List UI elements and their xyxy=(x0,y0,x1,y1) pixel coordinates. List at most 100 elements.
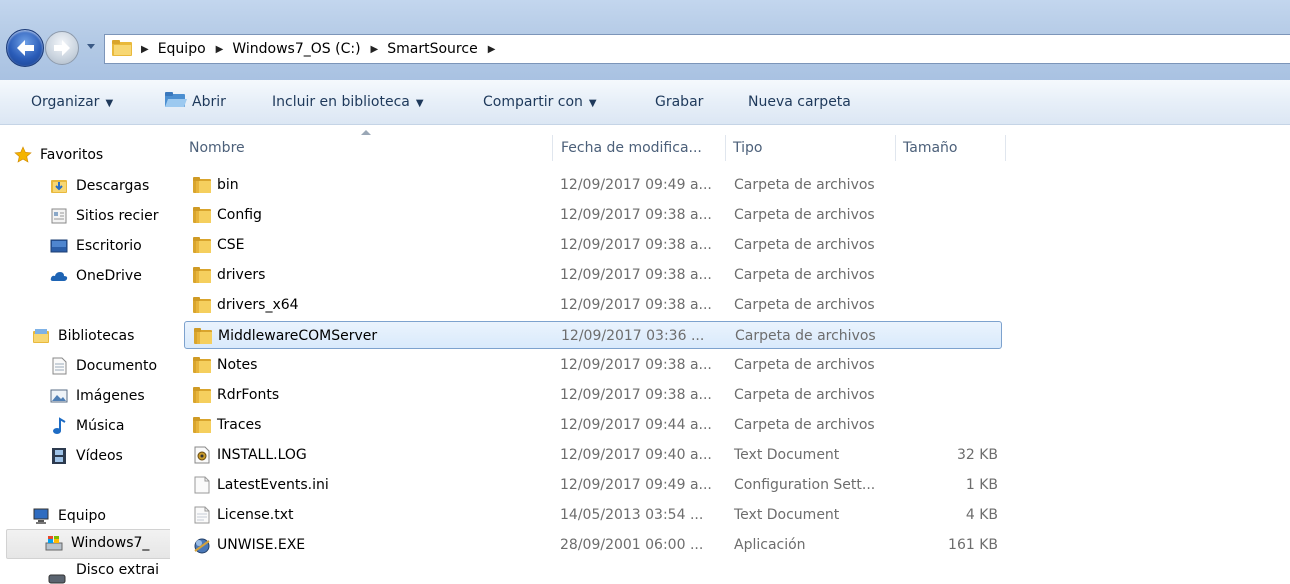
column-divider[interactable] xyxy=(725,135,726,161)
back-button[interactable] xyxy=(6,29,44,67)
file-size: 4 KB xyxy=(965,507,998,523)
breadcrumb-separator[interactable]: ▶ xyxy=(488,44,496,55)
breadcrumb-separator[interactable]: ▶ xyxy=(141,44,149,55)
nav-documents[interactable]: Documento xyxy=(50,353,168,379)
file-name: LatestEvents.ini xyxy=(217,477,329,493)
nav-documents-label: Documento xyxy=(76,358,158,374)
folder-icon xyxy=(193,297,211,313)
nav-recent-sites-label: Sitios recier xyxy=(76,208,159,224)
file-name: RdrFonts xyxy=(217,387,280,403)
file-row[interactable]: License.txt 14/05/2013 03:54 ... Text Docu… xyxy=(184,501,1002,529)
nav-music[interactable]: Música xyxy=(50,413,168,439)
column-header-date[interactable]: Fecha de modifica... xyxy=(561,130,721,166)
nav-desktop-label: Escritorio xyxy=(76,238,142,254)
file-row[interactable]: drivers 12/09/2017 09:38 a... Carpeta de a… xyxy=(184,261,1002,289)
file-date-modified: 12/09/2017 09:49 a... xyxy=(560,477,712,493)
column-header-size[interactable]: Tamaño xyxy=(903,130,1003,166)
open-button[interactable]: Abrir xyxy=(164,80,226,124)
text-file-icon xyxy=(194,506,210,524)
nav-external-disk-label: Disco extrai xyxy=(76,562,160,578)
file-row[interactable]: UNWISE.EXE 28/09/2001 06:00 ... Aplicación… xyxy=(184,531,1002,559)
nav-videos[interactable]: Vídeos xyxy=(50,443,168,469)
file-name: Traces xyxy=(217,417,262,433)
breadcrumb-smartsource[interactable]: SmartSource xyxy=(387,41,477,57)
burn-button[interactable]: Grabar xyxy=(655,80,703,124)
include-in-library-button[interactable]: Incluir en biblioteca ▼ xyxy=(272,80,424,124)
file-row[interactable]: Notes 12/09/2017 09:38 a... Carpeta de arc… xyxy=(184,351,1002,379)
breadcrumb-separator[interactable]: ▶ xyxy=(371,44,379,55)
organize-button[interactable]: Organizar ▼ xyxy=(31,80,113,124)
share-with-button[interactable]: Compartir con ▼ xyxy=(483,80,597,124)
breadcrumb-separator[interactable]: ▶ xyxy=(216,44,224,55)
file-name: Config xyxy=(217,207,262,223)
file-type: Carpeta de archivos xyxy=(734,387,875,403)
folder-icon xyxy=(193,267,211,283)
nav-computer[interactable]: Equipo xyxy=(32,503,168,529)
dropdown-arrow-icon: ▼ xyxy=(588,98,597,109)
file-type: Text Document xyxy=(734,447,840,463)
file-size xyxy=(902,291,998,319)
nav-external-disk[interactable]: Disco extrai xyxy=(44,561,168,584)
file-name: Notes xyxy=(217,357,258,373)
file-date-modified: 12/09/2017 09:38 a... xyxy=(560,207,712,223)
file-name: INSTALL.LOG xyxy=(217,447,307,463)
forward-button[interactable] xyxy=(45,31,79,65)
column-divider[interactable] xyxy=(1005,135,1006,161)
folder-icon xyxy=(193,417,211,433)
file-type: Carpeta de archivos xyxy=(734,237,875,253)
windows-drive-icon xyxy=(45,536,63,551)
nav-windows-drive-label: Windows7_ xyxy=(71,535,150,551)
forward-arrow-icon xyxy=(54,40,70,56)
nav-desktop[interactable]: Escritorio xyxy=(50,233,168,259)
file-date-modified: 12/09/2017 09:49 a... xyxy=(560,177,712,193)
nav-images[interactable]: Imágenes xyxy=(50,383,168,409)
nav-downloads[interactable]: Descargas xyxy=(50,173,168,199)
file-name: UNWISE.EXE xyxy=(217,537,306,553)
nav-onedrive[interactable]: OneDrive xyxy=(50,263,168,289)
file-row[interactable]: bin 12/09/2017 09:49 a... Carpeta de archi… xyxy=(184,171,1002,199)
file-name: drivers xyxy=(217,267,266,283)
file-row[interactable]: drivers_x64 12/09/2017 09:38 a... Carpeta … xyxy=(184,291,1002,319)
recent-pages-dropdown-icon[interactable] xyxy=(86,41,96,51)
dropdown-arrow-icon: ▼ xyxy=(105,98,114,109)
nav-music-label: Música xyxy=(76,418,125,434)
file-size xyxy=(902,201,998,229)
column-header-name[interactable]: Nombre xyxy=(189,130,549,166)
new-folder-button[interactable]: Nueva carpeta xyxy=(748,80,851,124)
file-row[interactable]: CSE 12/09/2017 09:38 a... Carpeta de archi… xyxy=(184,231,1002,259)
file-type: Text Document xyxy=(734,507,840,523)
address-path-box[interactable]: ▶ Equipo ▶ Windows7_OS (C:) ▶ SmartSourc… xyxy=(104,34,1290,64)
file-row[interactable]: INSTALL.LOG 12/09/2017 09:40 a... Text Doc… xyxy=(184,441,1002,469)
libraries-icon xyxy=(33,329,49,343)
file-size xyxy=(903,322,999,350)
breadcrumb-windows7-os[interactable]: Windows7_OS (C:) xyxy=(232,41,360,57)
file-size: 32 KB xyxy=(956,447,998,463)
desktop-icon xyxy=(50,239,68,253)
nav-recent-sites[interactable]: Sitios recier xyxy=(50,203,168,229)
file-row[interactable]: RdrFonts 12/09/2017 09:38 a... Carpeta de … xyxy=(184,381,1002,409)
file-name: CSE xyxy=(217,237,245,253)
share-with-label: Compartir con xyxy=(483,94,583,110)
folder-icon xyxy=(193,237,211,253)
breadcrumb: ▶ Equipo ▶ Windows7_OS (C:) ▶ SmartSourc… xyxy=(139,35,504,63)
file-row[interactable]: Traces 12/09/2017 09:44 a... Carpeta de ar… xyxy=(184,411,1002,439)
navigation-pane: Favoritos Descargas Sitios recier Escrit… xyxy=(0,125,170,584)
column-divider[interactable] xyxy=(895,135,896,161)
nav-favorites[interactable]: Favoritos xyxy=(14,142,164,168)
breadcrumb-equipo[interactable]: Equipo xyxy=(158,41,206,57)
music-note-icon xyxy=(53,417,66,434)
folder-icon xyxy=(194,328,212,344)
file-type: Carpeta de archivos xyxy=(734,177,875,193)
ini-file-icon xyxy=(194,476,210,494)
file-row[interactable]: LatestEvents.ini 12/09/2017 09:49 a... Con… xyxy=(184,471,1002,499)
file-row[interactable]: Config 12/09/2017 09:38 a... Carpeta de ar… xyxy=(184,201,1002,229)
nav-libraries[interactable]: Bibliotecas xyxy=(32,323,168,349)
nav-windows-drive[interactable]: Windows7_ xyxy=(6,529,170,559)
log-file-icon xyxy=(194,446,210,464)
file-size xyxy=(902,381,998,409)
organize-label: Organizar xyxy=(31,94,100,110)
file-row[interactable]: MiddlewareCOMServer 12/09/2017 03:36 ... C… xyxy=(184,321,1002,349)
column-divider[interactable] xyxy=(552,135,553,161)
command-bar: Organizar ▼ Abrir Incluir en biblioteca ▼ … xyxy=(0,80,1290,125)
column-header-type[interactable]: Tipo xyxy=(733,130,893,166)
